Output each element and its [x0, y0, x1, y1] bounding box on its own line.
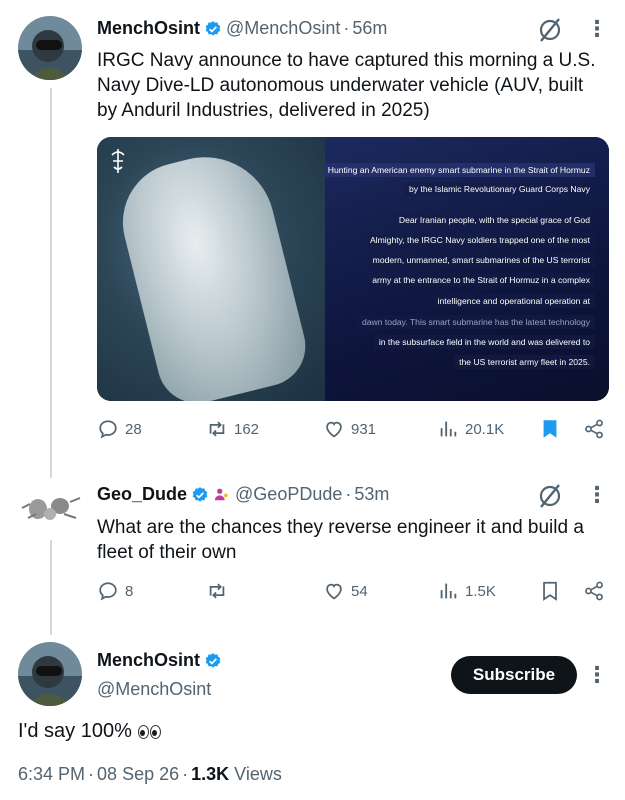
share-icon [585, 419, 603, 439]
verified-badge-icon [191, 486, 209, 504]
timestamp[interactable]: 53m [354, 484, 389, 505]
reply-count: 8 [125, 582, 134, 600]
subscribe-button[interactable]: Subscribe [451, 656, 577, 694]
caption-line: Almighty, the IRGC Navy soldiers trapped… [364, 233, 595, 247]
repost-icon [209, 583, 225, 599]
avatar[interactable] [18, 484, 82, 534]
caption-line: Dear Iranian people, with the special gr… [393, 213, 595, 227]
caption-line: in the subsurface field in the world and… [373, 335, 595, 349]
like-count: 54 [351, 582, 368, 600]
tweet-text: What are the chances they reverse engine… [97, 515, 617, 565]
handle[interactable]: @MenchOsint [97, 679, 211, 700]
bookmark-button[interactable] [539, 580, 567, 602]
post-time[interactable]: 6:34 PM [18, 764, 85, 785]
views-button[interactable]: 1.5K [437, 580, 496, 602]
verified-badge-icon [204, 652, 222, 670]
tweet-text-line: fleet of their own [97, 542, 237, 563]
action-bar: 28 162 931 20.1K [97, 418, 609, 448]
like-button[interactable]: 931 [323, 418, 376, 440]
tweet-text-line: What are the chances they reverse engine… [97, 517, 584, 538]
avatar[interactable] [18, 642, 82, 706]
caption-line: army at the entrance to the Strait of Ho… [367, 273, 595, 287]
thread-line-1 [50, 88, 52, 478]
irgc-emblem-icon [109, 147, 127, 175]
heart-icon [326, 583, 342, 600]
separator-dot: · [182, 764, 189, 784]
heart-icon [326, 421, 342, 438]
handle[interactable]: @GeoPDude [235, 484, 342, 505]
more-options-icon[interactable]: ⋮ [586, 662, 608, 688]
views-count: 1.5K [465, 582, 496, 600]
post-date[interactable]: 08 Sep 26 [97, 764, 179, 785]
community-member-icon [213, 486, 231, 504]
caption-line: the US terrorist army fleet in 2025. [454, 355, 595, 369]
views-button[interactable]: 20.1K [437, 418, 504, 440]
post-header: Geo_Dude @GeoPDude · 53m [97, 484, 389, 505]
bookmark-button[interactable] [539, 418, 567, 440]
share-button[interactable] [583, 580, 611, 602]
views-count[interactable]: 1.3K [191, 764, 229, 785]
action-bar: 8 54 1.5K [97, 580, 609, 610]
tweet-text: IRGC Navy announce to have captured this… [97, 48, 617, 123]
caption-line: modern, unmanned, smart submarines of th… [367, 253, 595, 267]
analytics-icon [440, 421, 457, 437]
submarine-photo [97, 137, 337, 401]
tweet-text-line: I'd say 100% [18, 720, 132, 742]
eyes-emoji-icon [137, 724, 162, 739]
like-count: 931 [351, 420, 377, 438]
tweet-text-line: by Anduril Industries, delivered in 2025… [97, 100, 430, 121]
tweet-text: I'd say 100% [18, 720, 162, 743]
post-meta: 6:34 PM · 08 Sep 26 · 1.3K Views [18, 764, 282, 785]
repost-button[interactable] [206, 580, 234, 602]
caption-line: dawn today. This smart submarine has the… [356, 315, 595, 329]
analytics-icon [440, 583, 457, 599]
avatar[interactable] [18, 16, 82, 80]
reply-icon [99, 582, 117, 601]
bookmark-filled-icon [543, 420, 557, 438]
share-button[interactable] [583, 418, 611, 440]
like-button[interactable]: 54 [323, 580, 368, 602]
timestamp[interactable]: 56m [352, 18, 387, 39]
bookmark-icon [543, 581, 557, 601]
reply-button[interactable]: 8 [97, 580, 133, 602]
separator-dot: · [345, 484, 352, 504]
post-header: MenchOsint [97, 650, 222, 671]
handle[interactable]: @MenchOsint [226, 18, 340, 39]
repost-icon [209, 421, 225, 437]
post-header: MenchOsint @MenchOsint · 56m [97, 18, 387, 39]
grok-icon[interactable] [537, 483, 563, 509]
separator-dot: · [343, 18, 350, 38]
handle-row: @MenchOsint [97, 679, 211, 700]
tweet-text-line: IRGC Navy announce to have captured this… [97, 50, 596, 71]
caption-line: by the Islamic Revolutionary Guard Corps… [403, 182, 595, 196]
views-label: Views [234, 764, 282, 784]
display-name[interactable]: MenchOsint [97, 18, 200, 39]
reply-button[interactable]: 28 [97, 418, 142, 440]
repost-count: 162 [234, 420, 260, 438]
separator-dot: · [88, 764, 95, 784]
submarine-hull [110, 142, 314, 401]
caption-line: intelligence and operational operation a… [432, 294, 595, 308]
more-options-icon[interactable]: ⋮ [586, 482, 608, 508]
reply-icon [99, 420, 117, 439]
views-count: 20.1K [465, 420, 505, 438]
grok-icon[interactable] [537, 17, 563, 43]
display-name[interactable]: Geo_Dude [97, 484, 187, 505]
caption-line: Hunting an American enemy smart submarin… [322, 163, 595, 177]
verified-badge-icon [204, 20, 222, 38]
display-name[interactable]: MenchOsint [97, 650, 200, 671]
reply-count: 28 [125, 420, 142, 438]
thread-line-2 [50, 540, 52, 635]
repost-button[interactable]: 162 [206, 418, 259, 440]
tweet-text-line: Navy Dive-LD autonomous underwater vehic… [97, 75, 584, 96]
media-image[interactable]: Hunting an American enemy smart submarin… [97, 137, 609, 401]
more-options-icon[interactable]: ⋮ [586, 16, 608, 42]
share-icon [585, 581, 603, 601]
